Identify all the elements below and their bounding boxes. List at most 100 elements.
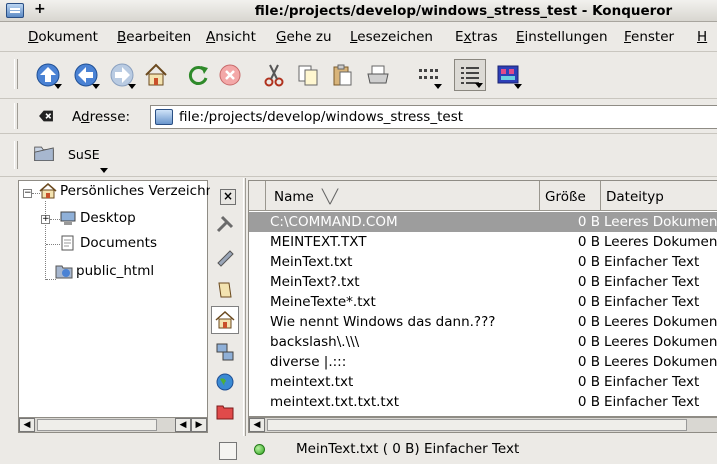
table-row[interactable]: meintext.txt.txt.txt 0 B Einfacher Text [249, 392, 717, 412]
view-toggle-button[interactable] [219, 442, 237, 460]
sidebar-media-button[interactable] [211, 398, 239, 426]
column-header-name[interactable]: Name ╲╱ [266, 181, 540, 211]
scrollbar-thumb[interactable] [37, 419, 157, 431]
cut-button[interactable] [258, 59, 290, 91]
menu-fenster[interactable]: Fenster [624, 29, 674, 45]
clear-location-button[interactable] [32, 102, 60, 130]
bookmark-label: SuSE [68, 147, 100, 162]
dropdown-arrow-icon [434, 84, 442, 89]
cell-type: Leeres Dokument [604, 354, 717, 370]
bookmark-icon [217, 250, 234, 267]
close-sidebar-button[interactable]: × [220, 189, 236, 205]
cell-type: Einfacher Text [604, 254, 700, 270]
sidebar-bookmarks-button[interactable] [211, 244, 239, 272]
menu-extras[interactable]: Extras [455, 29, 498, 45]
table-row[interactable]: MeinText?.txt 0 B Einfacher Text [249, 272, 717, 292]
home-button[interactable] [140, 59, 172, 91]
menu-bearbeiten[interactable]: Bearbeiten [117, 29, 191, 45]
bookmarkbar-grip[interactable] [14, 141, 18, 169]
icon-view-button[interactable] [412, 59, 444, 91]
tree-item-public-html[interactable]: public_html [55, 263, 154, 279]
detail-view-button[interactable] [454, 59, 486, 91]
locationbar-grip[interactable] [14, 103, 18, 129]
header-spacer [249, 181, 266, 211]
cell-size: 0 B [577, 394, 600, 410]
sidebar-history-button[interactable] [211, 276, 239, 304]
cell-name: MEINTEXT.TXT [270, 234, 367, 250]
sidebar-network-button[interactable] [211, 338, 239, 366]
print-button[interactable] [362, 59, 394, 91]
scrollbar-thumb[interactable] [267, 419, 687, 431]
stop-button[interactable] [214, 59, 246, 91]
folder-icon [34, 146, 54, 162]
scroll-left-button[interactable]: ◀ [249, 418, 265, 432]
documents-folder-icon [61, 235, 74, 251]
dropdown-arrow-icon [100, 168, 108, 173]
sidebar-home-button[interactable] [211, 306, 239, 334]
menu-lesezeichen[interactable]: Lesezeichen [350, 29, 433, 45]
table-row[interactable]: diverse |.::: 0 B Leeres Dokument [249, 352, 717, 372]
expand-icon[interactable]: + [41, 215, 50, 224]
table-row[interactable]: meintext.txt 0 B Einfacher Text [249, 372, 717, 392]
back-button[interactable] [70, 59, 102, 91]
up-button[interactable] [32, 59, 64, 91]
navigation-tree[interactable]: − Persönliches Verzeichnis + Desktop Doc… [18, 180, 210, 424]
history-icon [218, 282, 232, 298]
scroll-right-button[interactable]: ▶ [191, 418, 207, 432]
dropdown-arrow-icon [92, 84, 100, 89]
reload-button[interactable] [182, 59, 214, 91]
status-indicator-icon [254, 444, 265, 455]
cell-type: Einfacher Text [604, 374, 700, 390]
reload-icon [188, 66, 208, 85]
folder-url-icon [155, 109, 173, 125]
cell-name: MeinText?.txt [270, 274, 360, 290]
toolbar-grip[interactable] [14, 59, 18, 89]
collapse-icon[interactable]: − [23, 189, 32, 198]
column-header-type[interactable]: Dateityp [601, 181, 717, 211]
cell-type: Einfacher Text [604, 294, 700, 310]
table-row[interactable]: MEINTEXT.TXT 0 B Leeres Dokument [249, 232, 717, 252]
menu-hilfe[interactable]: H [697, 29, 707, 45]
bookmark-toolbar: SuSE [0, 135, 717, 177]
dropdown-arrow-icon [54, 84, 62, 89]
menu-gehe-zu[interactable]: Gehe zu [276, 29, 332, 45]
cell-name: Wie nennt Windows das dann.??? [270, 314, 496, 330]
cell-name: meintext.txt [270, 374, 354, 390]
cell-size: 0 B [577, 234, 600, 250]
sort-descending-icon: ╲╱ [321, 189, 339, 205]
sidebar-tools-button[interactable] [211, 210, 239, 238]
menu-ansicht[interactable]: Ansicht [206, 29, 256, 45]
panel-splitter[interactable] [243, 178, 246, 436]
sidebar-horizontal-scrollbar[interactable]: ◀ ◀ ▶ [18, 417, 208, 433]
cell-type: Leeres Dokument [604, 214, 717, 230]
sidebar-services-button[interactable] [211, 368, 239, 396]
cell-size: 0 B [577, 354, 600, 370]
table-row[interactable]: backslash\.\\\ 0 B Leeres Dokument [249, 332, 717, 352]
column-header-size[interactable]: Größe [540, 181, 601, 211]
menu-einstellungen[interactable]: Einstellungen [516, 29, 608, 45]
table-row[interactable]: MeineTexte*.txt 0 B Einfacher Text [249, 292, 717, 312]
tree-item-desktop[interactable]: Desktop [59, 210, 136, 226]
file-list-view[interactable]: Name ╲╱ Größe Dateityp C:\COMMAND.COM 0 BL… [248, 180, 717, 417]
menu-dokument[interactable]: Dokument [28, 29, 98, 45]
filelist-horizontal-scrollbar[interactable]: ◀ [248, 417, 717, 433]
tree-item-home[interactable]: Persönliches Verzeichnis [39, 183, 210, 199]
paste-button[interactable] [326, 59, 358, 91]
location-input[interactable]: file:/projects/develop/windows_stress_te… [150, 105, 717, 129]
cell-type: Einfacher Text [604, 274, 700, 290]
forward-button[interactable] [106, 59, 138, 91]
image-view-button[interactable] [492, 59, 524, 91]
copy-button[interactable] [292, 59, 324, 91]
scroll-left-button-2[interactable]: ◀ [175, 418, 191, 432]
bookmark-suse[interactable]: SuSE [28, 137, 110, 173]
table-row[interactable]: C:\COMMAND.COM 0 B Leeres Dokument [249, 212, 717, 232]
scroll-left-button[interactable]: ◀ [19, 418, 35, 432]
stop-icon [219, 64, 241, 86]
cell-name: MeineTexte*.txt [270, 294, 376, 310]
tree-item-documents[interactable]: Documents [59, 235, 157, 251]
cell-size: 0 B [577, 334, 600, 350]
table-row[interactable]: MeinText.txt 0 B Einfacher Text [249, 252, 717, 272]
table-row[interactable]: Wie nennt Windows das dann.??? 0 B Leeres … [249, 312, 717, 332]
status-text: MeinText.txt ( 0 B) Einfacher Text [296, 441, 520, 457]
copy-icon [298, 65, 318, 86]
